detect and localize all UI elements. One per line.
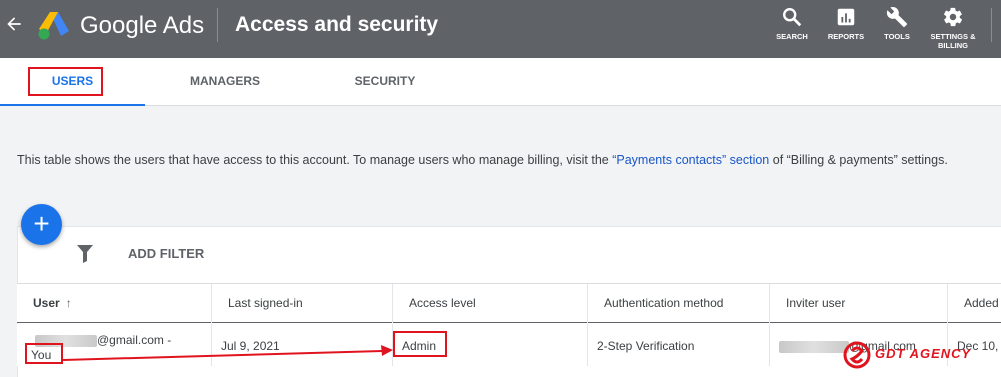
annotation-arrow <box>62 345 393 361</box>
gdt-agency-logo-icon <box>843 341 871 369</box>
watermark-text: GDT AGENCY <box>875 346 972 361</box>
